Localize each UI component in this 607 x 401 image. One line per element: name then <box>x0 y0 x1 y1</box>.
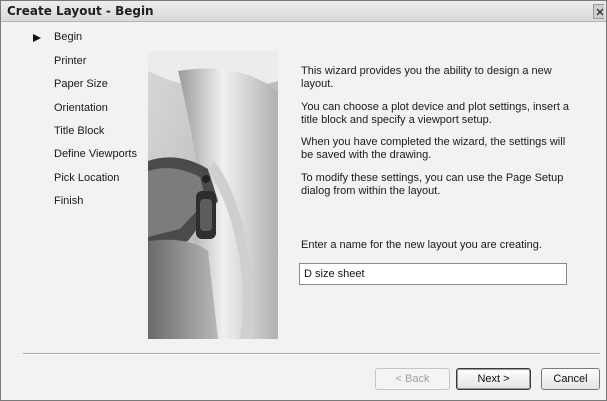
intro-text: This wizard provides you the ability to … <box>301 65 552 90</box>
step-pick-location[interactable]: Pick Location <box>54 172 119 188</box>
current-step-arrow-icon <box>33 34 41 42</box>
step-begin[interactable]: Begin <box>54 31 82 47</box>
step-title-block[interactable]: Title Block <box>54 125 104 141</box>
step-orientation[interactable]: Orientation <box>54 102 108 118</box>
create-layout-dialog: Create Layout - Begin Begin Printer Pape… <box>0 0 607 401</box>
step-define-viewports[interactable]: Define Viewports <box>54 148 137 164</box>
dialog-title: Create Layout - Begin <box>7 4 154 18</box>
close-button[interactable] <box>593 4 604 19</box>
page-setup-text: To modify these settings, you can use th… <box>301 172 564 197</box>
completion-text: When you have completed the wizard, the … <box>301 136 566 161</box>
step-paper-size[interactable]: Paper Size <box>54 78 108 94</box>
layout-name-input[interactable] <box>299 263 567 285</box>
button-separator <box>23 353 600 355</box>
step-finish[interactable]: Finish <box>54 195 83 211</box>
plot-settings-text: You can choose a plot device and plot se… <box>301 101 570 126</box>
step-printer[interactable]: Printer <box>54 55 86 71</box>
back-button[interactable]: < Back <box>375 368 450 390</box>
title-bar: Create Layout - Begin <box>1 1 606 22</box>
close-icon <box>596 8 604 16</box>
layout-name-label: Enter a name for the new layout you are … <box>301 239 542 251</box>
next-button[interactable]: Next > <box>456 368 531 390</box>
cancel-button[interactable]: Cancel <box>541 368 600 390</box>
plotter-photo <box>148 51 278 339</box>
